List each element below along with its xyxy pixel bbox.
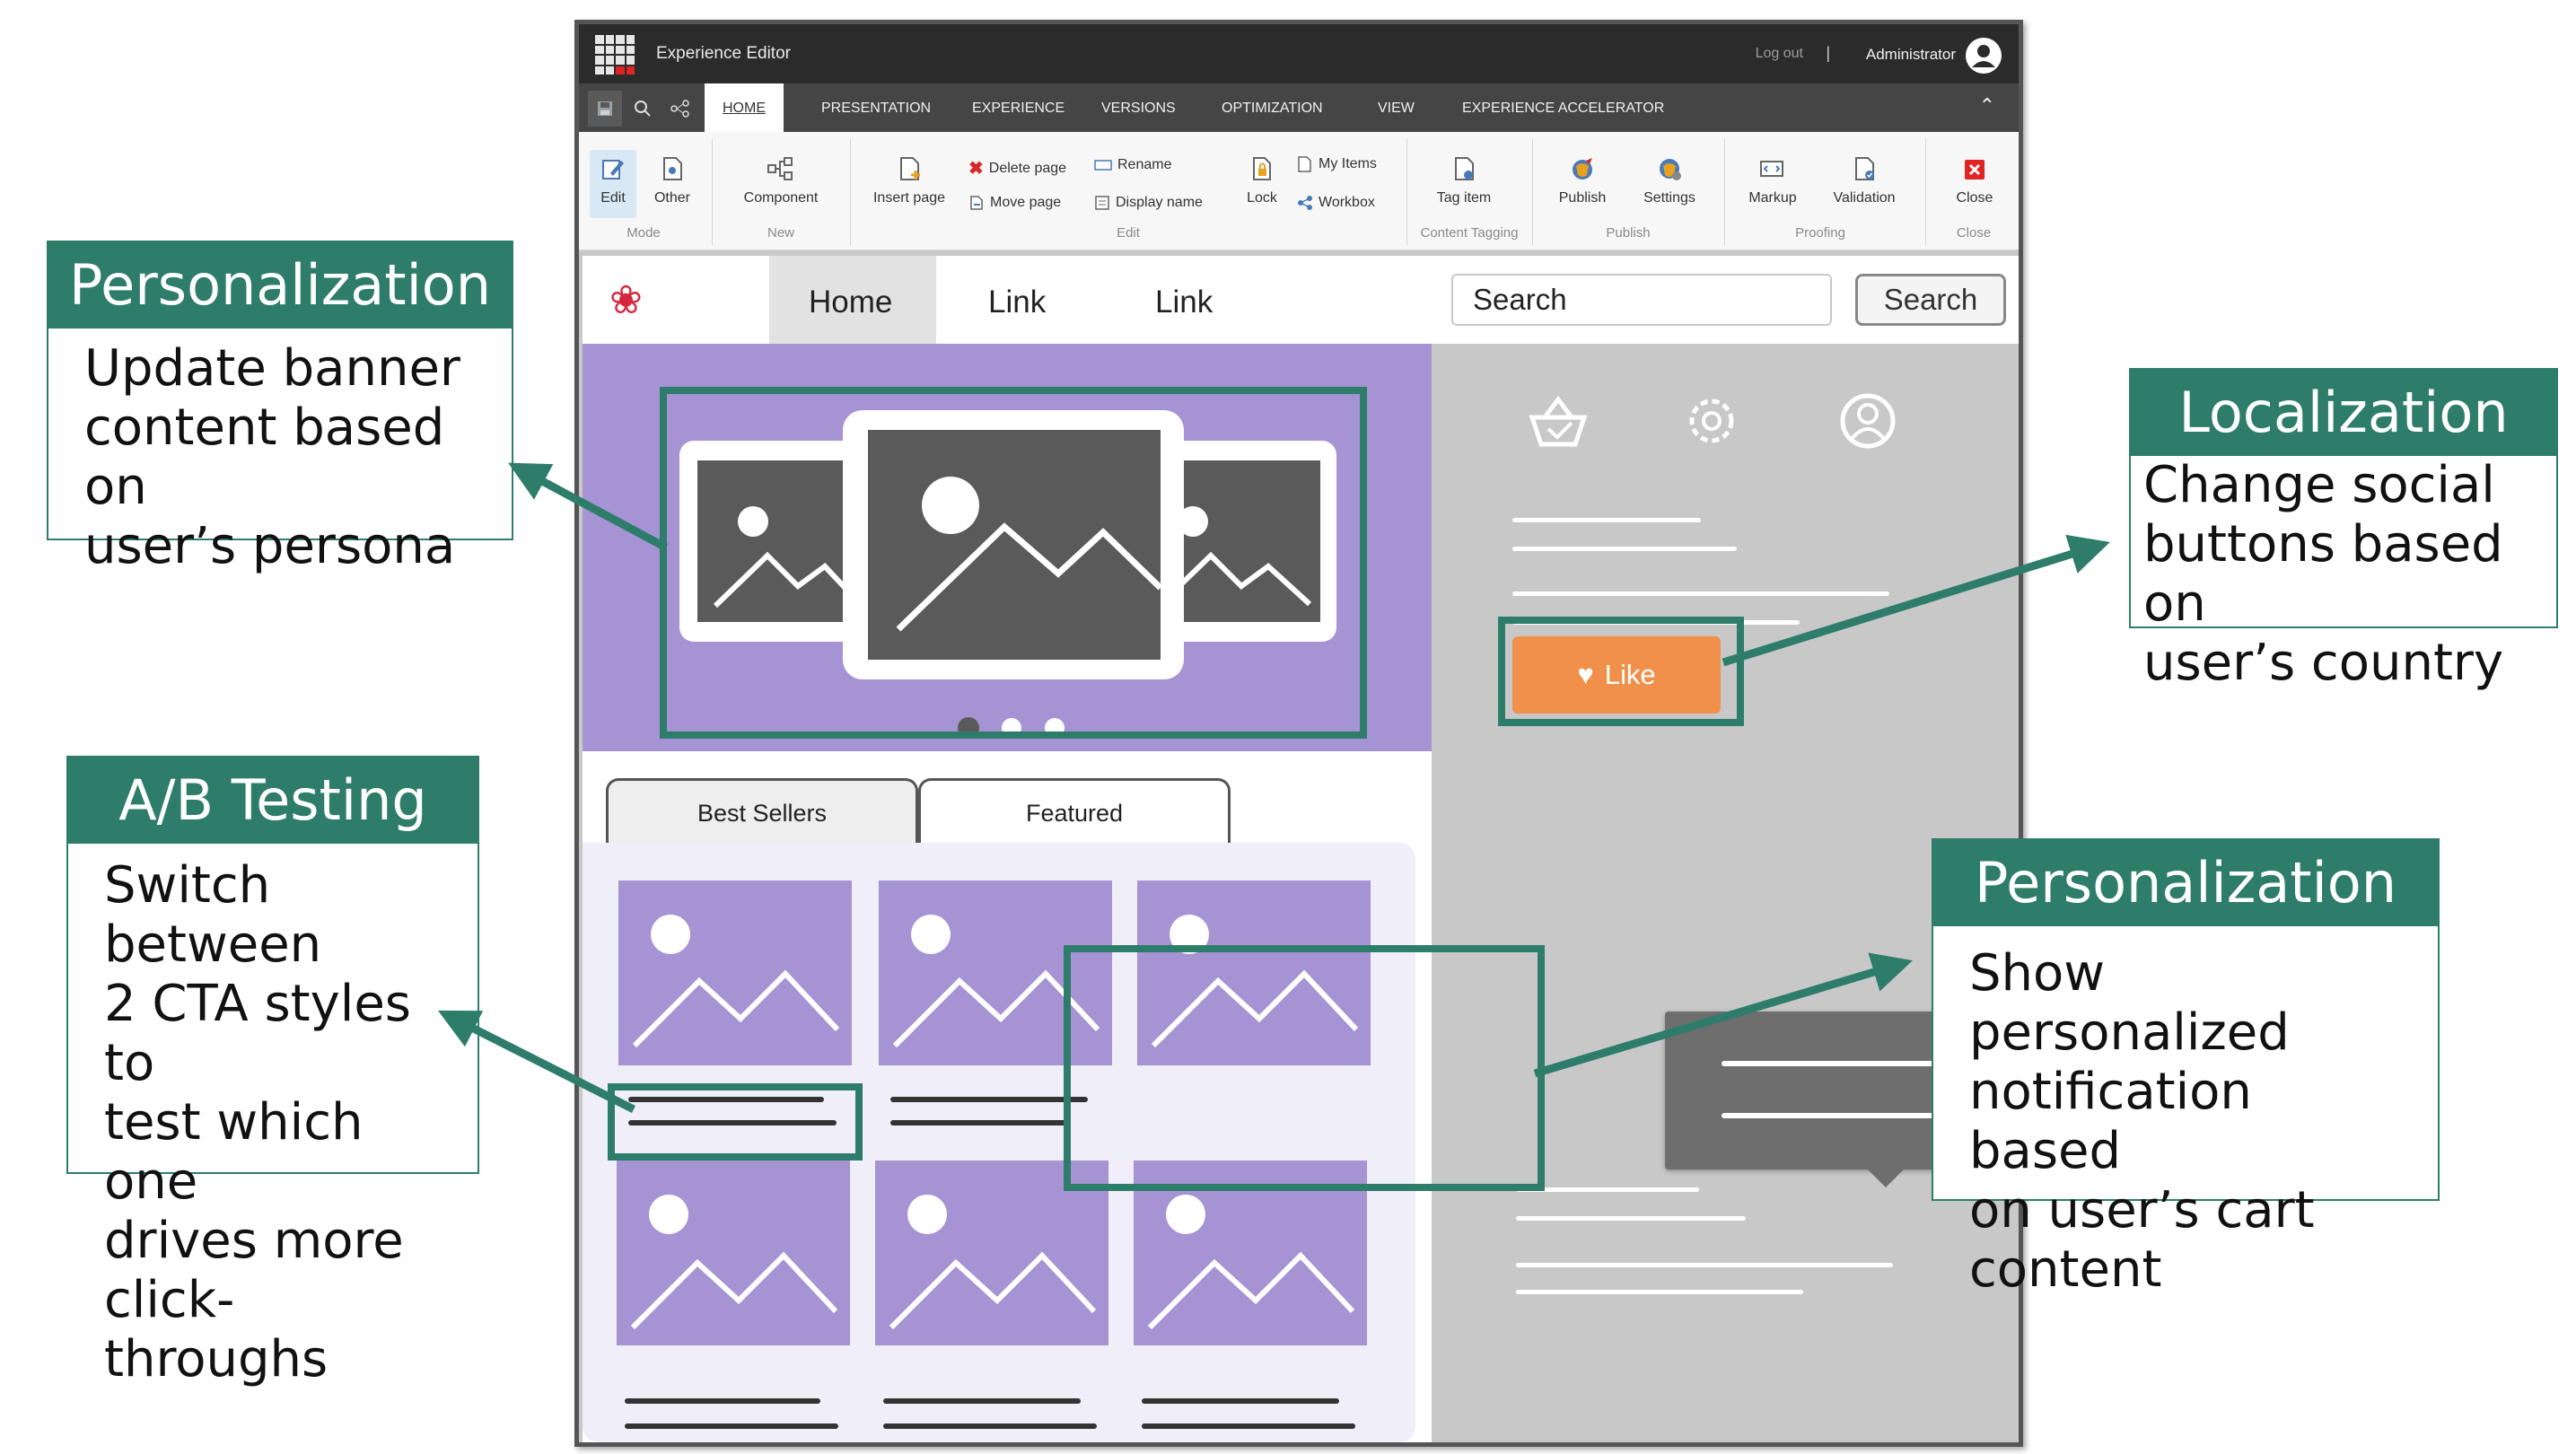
arrow-ab-testing xyxy=(437,1010,636,1114)
arrow-banner xyxy=(508,462,669,551)
arrow-localization xyxy=(1722,534,2110,667)
arrow-notification xyxy=(1533,952,1913,1078)
callout-arrows xyxy=(437,462,2110,1114)
